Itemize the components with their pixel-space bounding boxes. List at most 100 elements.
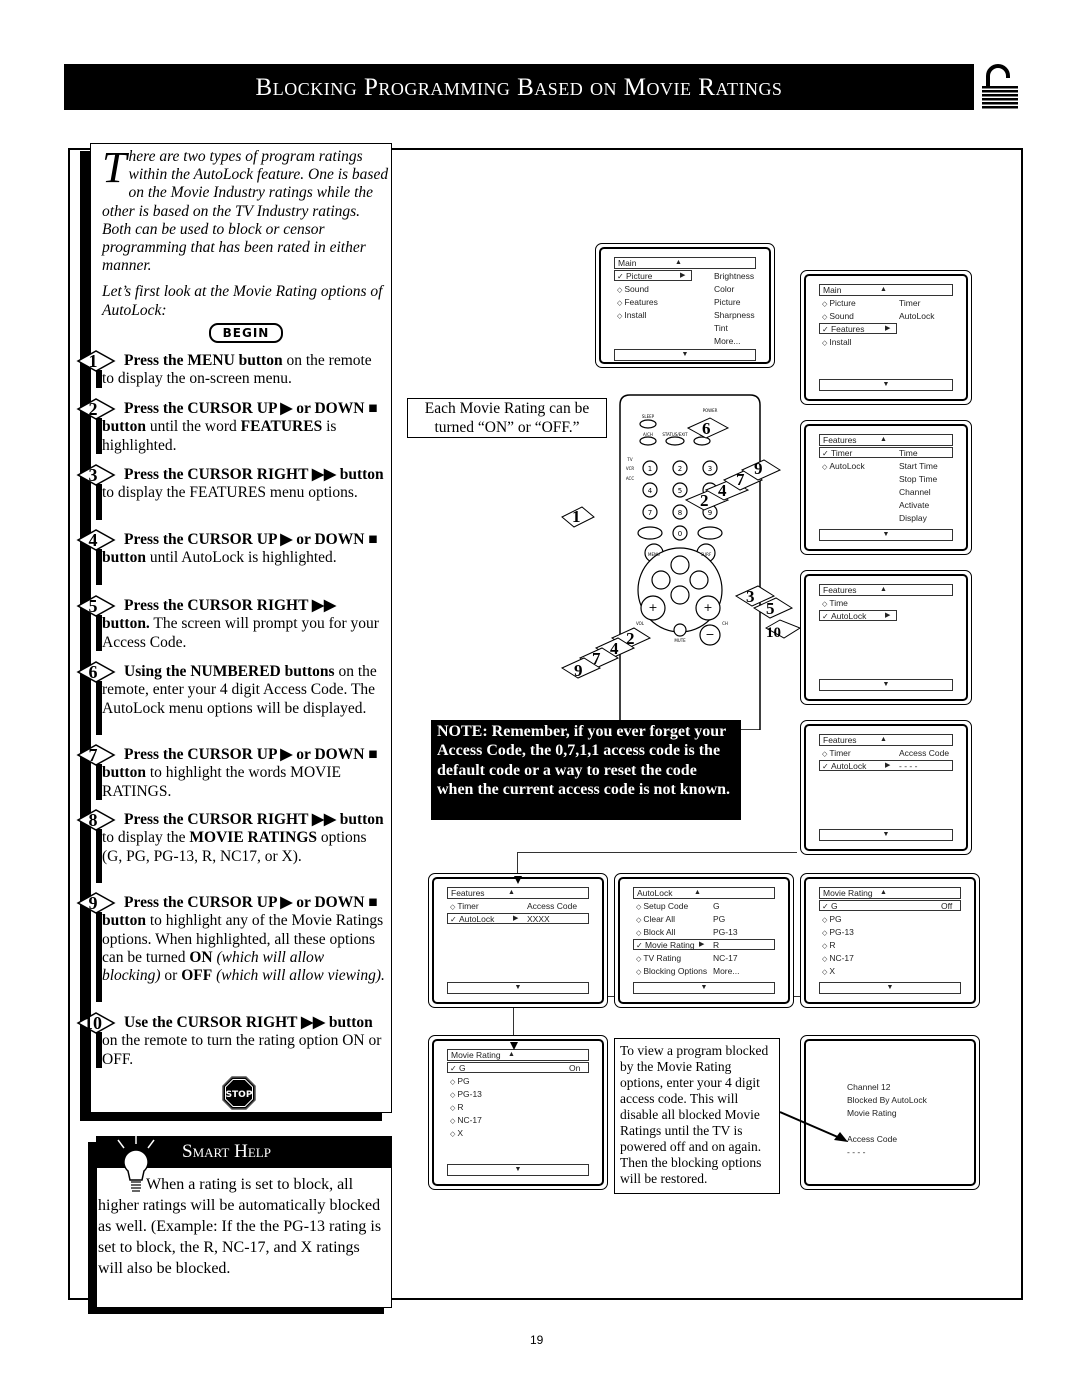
menu-item[interactable]: ✓ AutoLock <box>450 913 494 925</box>
menu-item[interactable]: ◇ NC-17 <box>450 1114 482 1126</box>
scroll-up-icon[interactable]: ▲ <box>880 585 887 595</box>
menu-item[interactable]: ◇ Sound <box>822 310 854 322</box>
menu-item[interactable]: ✓ Picture <box>617 270 652 282</box>
step-text-part: until the word <box>145 418 241 436</box>
step-text: Press the CURSOR UP ▶ or DOWN ■ button t… <box>102 746 386 801</box>
scroll-down-icon[interactable]: ▼ <box>819 679 953 691</box>
menu-item[interactable]: ◇ NC-17 <box>822 952 854 964</box>
step-text-part: Press the CURSOR RIGHT ▶▶ button <box>124 811 384 828</box>
menu-item-label: Features <box>624 297 658 307</box>
menu-item[interactable]: ✓ Features <box>822 323 864 335</box>
scroll-up-icon[interactable]: ▲ <box>694 888 701 898</box>
scroll-down-icon[interactable]: ▼ <box>447 982 589 994</box>
svg-text:+: + <box>703 601 712 614</box>
menu-item-value: - - - - <box>899 761 918 771</box>
menu-item[interactable]: ◇ PG <box>450 1075 470 1087</box>
menu-item[interactable]: ◇ Picture <box>822 297 856 309</box>
menu-item-label: Features <box>830 324 865 334</box>
menu-item-value: G <box>713 901 720 911</box>
menu-item-label: Timer <box>829 748 851 758</box>
menu-item[interactable]: ◇ PG <box>822 913 842 925</box>
scroll-up-icon[interactable]: ▲ <box>880 735 887 745</box>
scroll-down-icon[interactable]: ▼ <box>614 349 756 361</box>
scroll-up-icon[interactable]: ▲ <box>880 285 887 295</box>
menu-item[interactable]: ◇ Features <box>617 296 658 308</box>
menu-item[interactable]: ✓ Movie Rating <box>636 939 695 951</box>
scroll-down-icon[interactable]: ▼ <box>633 982 775 994</box>
menu-item[interactable]: ◇ Block All <box>636 926 675 938</box>
menu-item[interactable]: ◇ TV Rating <box>636 952 681 964</box>
step-text-part: until AutoLock is highlighted. <box>145 549 337 567</box>
menu-item-label: G <box>458 1063 466 1073</box>
blocked-line: Channel 12 <box>847 1082 891 1092</box>
menu-item-value: Access Code <box>527 901 578 911</box>
menu-item[interactable]: ◇ Timer <box>822 747 851 759</box>
scroll-down-icon[interactable]: ▼ <box>819 829 953 841</box>
menu-item[interactable]: ◇ X <box>450 1127 463 1139</box>
submenu-arrow-icon: ▶ <box>699 941 705 948</box>
menu-item[interactable]: ◇ Blocking Options <box>636 965 707 977</box>
menu-item[interactable]: ◇ Clear All <box>636 913 675 925</box>
menu-item[interactable]: ◇ Timer <box>450 900 479 912</box>
submenu-item: Stop Time <box>899 474 938 484</box>
scroll-up-icon[interactable]: ▲ <box>880 888 887 898</box>
menu-item[interactable]: ✓ AutoLock <box>822 760 866 772</box>
menu-item[interactable]: ◇ R <box>450 1101 463 1113</box>
menu-item-label: X <box>457 1128 463 1138</box>
step-number: 5 <box>88 596 98 616</box>
menu-item[interactable]: ◇ Install <box>617 309 647 321</box>
menu-item[interactable]: ✓ G <box>450 1062 466 1074</box>
scroll-up-icon[interactable]: ▲ <box>675 258 682 268</box>
step-text-part: or <box>160 967 182 985</box>
tv-screen-features-timer: Features ▲ ✓ Timer ◇ AutoLock Time Start Time… <box>800 420 972 555</box>
menu-item[interactable]: ◇ Setup Code <box>636 900 688 912</box>
scroll-down-icon[interactable]: ▼ <box>819 982 961 994</box>
step-7: 7 Press the CURSOR UP ▶ or DOWN ■ button … <box>76 744 386 801</box>
step-text-part: on the remote to turn the rating option … <box>102 1032 382 1068</box>
menu-item[interactable]: ◇ R <box>822 939 835 951</box>
stop-sign-icon: STOP <box>222 1076 256 1110</box>
tv-screen-main-picture: Main ▲ ✓ Picture ▶ ◇ Sound ◇ Features ◇ Instal… <box>595 243 775 368</box>
menu-header: Features ▲ <box>819 734 953 746</box>
svg-text:5: 5 <box>766 599 775 618</box>
svg-text:ACC: ACC <box>626 476 634 481</box>
menu-item[interactable]: ◇ X <box>822 965 835 977</box>
menu-item-label: Blocking Options <box>643 966 708 976</box>
menu-item[interactable]: ◇ PG-13 <box>822 926 854 938</box>
svg-text:MUTE: MUTE <box>674 638 686 643</box>
step-text-part: FEATURES <box>240 418 323 436</box>
stop-label: STOP <box>226 1090 253 1100</box>
step-number-badge: 10 <box>76 1012 116 1034</box>
menu-item[interactable]: ◇ Time <box>822 597 848 609</box>
step-5: 5 Press the CURSOR RIGHT ▶▶ button. The s… <box>76 595 386 652</box>
begin-badge: BEGIN <box>209 323 283 343</box>
menu-item[interactable]: ✓ G <box>822 900 838 912</box>
menu-item[interactable]: ◇ Install <box>822 336 852 348</box>
menu-item[interactable]: ✓ Timer <box>822 447 852 459</box>
svg-text:10: 10 <box>766 625 781 641</box>
menu-item-label: Block All <box>643 927 676 937</box>
menu-item-value: PG <box>713 914 726 924</box>
scroll-down-icon[interactable]: ▼ <box>447 1164 589 1176</box>
submenu-item: Sharpness <box>714 310 755 320</box>
menu-item[interactable]: ◇ PG-13 <box>450 1088 482 1100</box>
scroll-down-icon[interactable]: ▼ <box>819 529 953 541</box>
menu-item-value: PG-13 <box>713 927 738 937</box>
step-bar <box>96 764 102 800</box>
svg-text:4: 4 <box>648 487 653 495</box>
menu-item-label: NC-17 <box>457 1115 482 1125</box>
step-text: Press the CURSOR RIGHT ▶▶ button to disp… <box>102 811 386 866</box>
menu-header-title: Movie Rating <box>823 888 873 898</box>
menu-item-label: Movie Rating <box>644 940 695 950</box>
menu-item-value: More... <box>713 966 740 976</box>
scroll-down-icon[interactable]: ▼ <box>819 379 953 391</box>
scroll-up-icon[interactable]: ▲ <box>880 435 887 445</box>
menu-item[interactable]: ◇ AutoLock <box>822 460 865 472</box>
step-text-part: Using the NUMBERED buttons <box>124 663 335 680</box>
menu-item[interactable]: ✓ AutoLock <box>822 610 866 622</box>
step-1: 1 Press the MENU button on the remote to … <box>76 350 386 389</box>
menu-item[interactable]: ◇ Sound <box>617 283 649 295</box>
step-number: 9 <box>88 893 98 913</box>
step-bar <box>96 829 102 883</box>
scroll-up-icon[interactable]: ▲ <box>508 888 515 898</box>
